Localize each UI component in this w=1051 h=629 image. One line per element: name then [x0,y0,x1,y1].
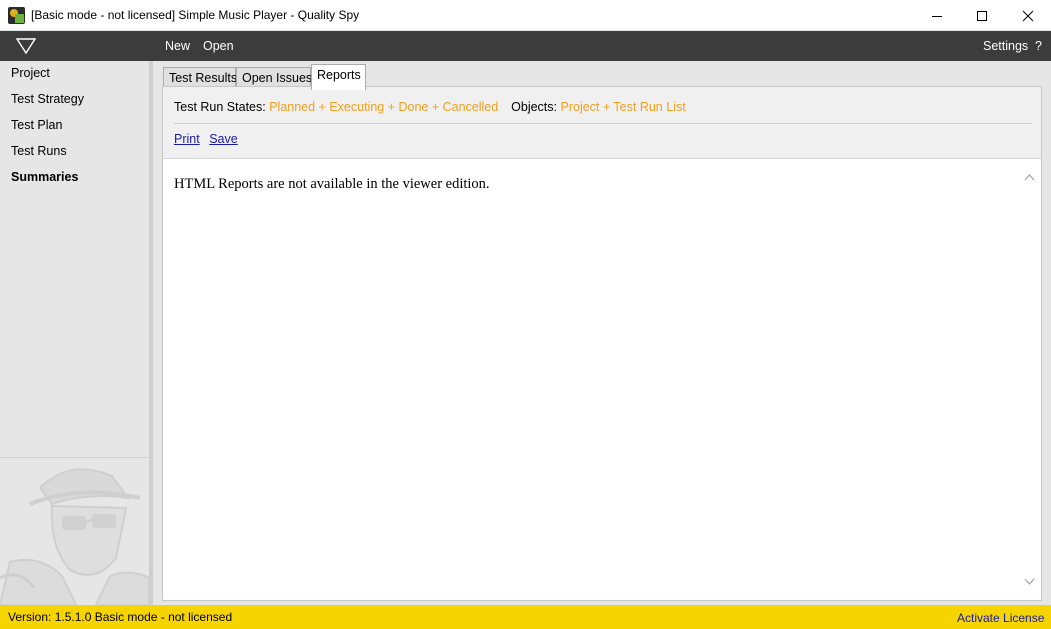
sidebar-item-test-runs[interactable]: Test Runs [11,144,67,158]
settings-button[interactable]: Settings [983,39,1028,53]
report-actions: Print Save [174,132,244,146]
report-message: HTML Reports are not available in the vi… [174,176,490,192]
title-bar: [Basic mode - not licensed] Simple Music… [0,0,1051,31]
print-link[interactable]: Print [174,132,200,146]
sidebar-item-summaries[interactable]: Summaries [11,170,78,184]
sidebar-item-test-strategy[interactable]: Test Strategy [11,92,84,106]
quality-spy-app-icon [8,7,25,24]
save-link[interactable]: Save [209,132,238,146]
help-button[interactable]: ? [1035,39,1042,53]
states-filter-link[interactable]: Planned + Executing + Done + Cancelled [269,100,498,114]
sidebar-item-project[interactable]: Project [11,66,50,80]
scroll-down-icon[interactable] [1024,578,1035,586]
sidebar-item-test-plan[interactable]: Test Plan [11,118,62,132]
close-icon [1022,10,1034,21]
objects-label: Objects: [511,100,558,114]
objects-filter-link[interactable]: Project + Test Run List [561,100,686,114]
main-toolbar: New Open Settings ? [0,31,1051,61]
version-status: Version: 1.5.1.0 Basic mode - not licens… [8,610,233,624]
maximize-button[interactable] [959,0,1005,31]
maximize-icon [977,10,987,21]
main-area: Test Results Open Issues Reports Test Ru… [153,61,1051,605]
minimize-button[interactable] [914,0,960,31]
minimize-icon [932,15,942,17]
filters-divider [174,123,1032,124]
states-label: Test Run States: [174,100,266,114]
close-button[interactable] [1005,0,1051,31]
activate-license-link[interactable]: Activate License [957,611,1044,625]
report-viewer[interactable]: HTML Reports are not available in the vi… [163,158,1041,600]
spy-mascot-icon [0,458,149,605]
window-title: [Basic mode - not licensed] Simple Music… [31,8,360,22]
report-filters: Test Run States: Planned + Executing + D… [174,100,686,114]
reports-panel: Test Run States: Planned + Executing + D… [162,86,1042,601]
status-bar: Version: 1.5.1.0 Basic mode - not licens… [0,605,1051,629]
open-button[interactable]: Open [203,39,234,53]
sidebar: Project Test Strategy Test Plan Test Run… [0,61,153,605]
new-button[interactable]: New [165,39,190,53]
tab-reports[interactable]: Reports [311,64,366,90]
triangle-logo-icon[interactable] [16,38,36,54]
scroll-up-icon[interactable] [1024,173,1035,181]
